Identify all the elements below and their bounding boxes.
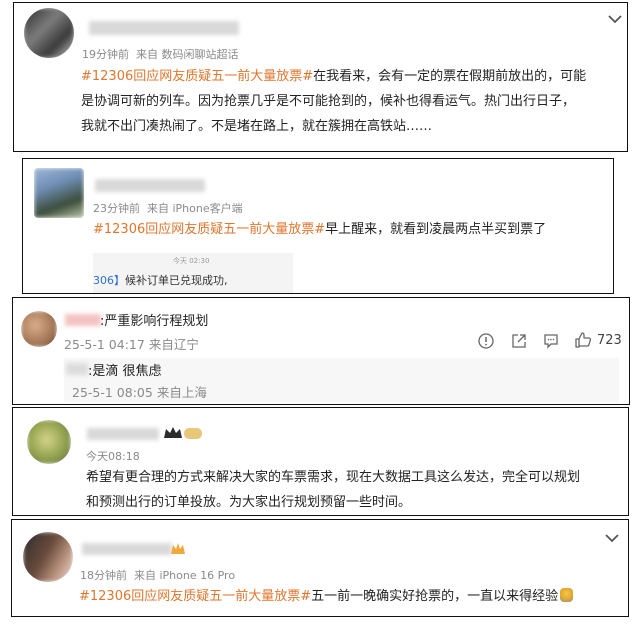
comment-card-5: 18分钟前 来自 iPhone 16 Pro #12306回应网友质疑五一前大量… (11, 519, 629, 617)
username-blurred[interactable] (89, 21, 239, 35)
comment-source[interactable]: 来自 iPhone客户端 (147, 202, 243, 215)
comment-source[interactable]: 来自 iPhone 16 Pro (134, 569, 235, 582)
comment-card-2: 23分钟前 来自 iPhone客户端 #12306回应网友质疑五一前大量放票#早… (22, 158, 614, 294)
comment-source[interactable]: 来自 数码闲聊站超话 (136, 48, 239, 61)
comment-time: 23分钟前 (93, 202, 140, 215)
attached-screenshot[interactable]: 今天 02:30 306】候补订单已兑现成功, (93, 253, 293, 293)
chevron-down-icon[interactable] (604, 532, 620, 544)
comment-text-line: 希望有更合理的方式来解决大家的车票需求，现在大数据工具这么发达，完全可以规划 (86, 470, 581, 485)
avatar[interactable] (21, 311, 57, 347)
comment-body: #12306回应网友质疑五一前大量放票#在我看来，会有一定的票在假期前放出的，可… (81, 64, 621, 139)
hashtag-link[interactable]: #12306回应网友质疑五一前大量放票# (79, 589, 311, 604)
screenshot-time: 今天 02:30 (173, 257, 210, 265)
comment-body: #12306回应网友质疑五一前大量放票#早上醒来，就看到凌晨两点半买到票了 (93, 217, 603, 242)
hashtag-link[interactable]: #12306回应网友质疑五一前大量放票# (93, 222, 325, 237)
comment-date: 25-5-1 04:17 (64, 337, 145, 352)
hashtag-link[interactable]: #12306回应网友质疑五一前大量放票# (81, 69, 313, 84)
comment-meta: 19分钟前 来自 数码闲聊站超话 (82, 46, 239, 62)
screenshot-prefix: 306】 (93, 274, 125, 287)
comment-text: 五一前一晚确实好抢票的，一直以来得经验 (311, 589, 559, 604)
comment-icon[interactable] (542, 332, 560, 350)
crown-icon (164, 427, 202, 439)
comment-meta: 18分钟前 来自 iPhone 16 Pro (80, 567, 235, 583)
avatar[interactable] (23, 532, 73, 582)
comment-card-1: 19分钟前 来自 数码闲聊站超话 #12306回应网友质疑五一前大量放票#在我看… (13, 2, 628, 152)
reply-thread: :是滴 很焦虑 25-5-1 08:05 来自上海 (64, 358, 619, 402)
username-blurred[interactable] (82, 543, 172, 555)
username-blurred[interactable] (95, 179, 205, 192)
avatar[interactable] (24, 8, 74, 58)
comment-location: 来自辽宁 (148, 337, 199, 352)
screenshot-text: 候补订单已兑现成功, (125, 274, 228, 287)
comment-time: 今天08:18 (86, 450, 140, 463)
comment-meta: 25-5-1 04:17 来自辽宁 (64, 334, 199, 353)
comment-meta: 23分钟前 来自 iPhone客户端 (93, 200, 243, 216)
avatar[interactable] (34, 168, 84, 218)
comment-text-line: 我就不出门凑热闹了。不是堵在路上，就在簇拥在高铁站…… (81, 119, 433, 134)
thumbs-up-icon[interactable] (574, 331, 592, 349)
comment-text: 早上醒来，就看到凌晨两点半买到票了 (325, 222, 547, 237)
comment-card-4: 今天08:18 希望有更合理的方式来解决大家的车票需求，现在大数据工具这么发达，… (12, 407, 629, 516)
comment-time: 19分钟前 (82, 48, 129, 61)
reply-meta: 25-5-1 08:05 来自上海 (72, 382, 207, 401)
comment-body: #12306回应网友质疑五一前大量放票#五一前一晚确实好抢票的，一直以来得经验 (79, 584, 624, 609)
username-blurred[interactable] (65, 314, 101, 326)
reply-date: 25-5-1 08:05 (72, 385, 153, 400)
reply-text: :是滴 很焦虑 (88, 364, 162, 379)
share-icon[interactable] (510, 332, 528, 350)
comment-body: 希望有更合理的方式来解决大家的车票需求，现在大数据工具这么发达，完全可以规划 和… (86, 465, 626, 515)
comment-text-line: 在我看来，会有一定的票在假期前放出的，可能 (313, 69, 587, 84)
comment-time: 18分钟前 (80, 569, 127, 582)
like-count: 723 (597, 333, 622, 348)
chevron-down-icon[interactable] (607, 13, 623, 25)
comment-text-line: 和预测出行的订单投放。为大家出行规划预留一些时间。 (86, 495, 412, 510)
username-blurred[interactable] (87, 428, 159, 440)
reply-username-blurred[interactable] (66, 363, 88, 375)
info-icon[interactable] (477, 332, 495, 350)
reply-location: 来自上海 (156, 385, 207, 400)
crown-icon (171, 543, 185, 554)
emoji-icon (560, 588, 574, 602)
comment-text-line: 是协调可新的列车。因为抢票几乎是不可能抢到的，候补也得看运气。热门出行日子， (81, 94, 576, 109)
avatar[interactable] (27, 420, 71, 464)
comment-text: :严重影响行程规划 (100, 314, 209, 329)
comment-card-3: :严重影响行程规划 25-5-1 04:17 来自辽宁 723 :是滴 很焦虑 … (12, 297, 630, 405)
